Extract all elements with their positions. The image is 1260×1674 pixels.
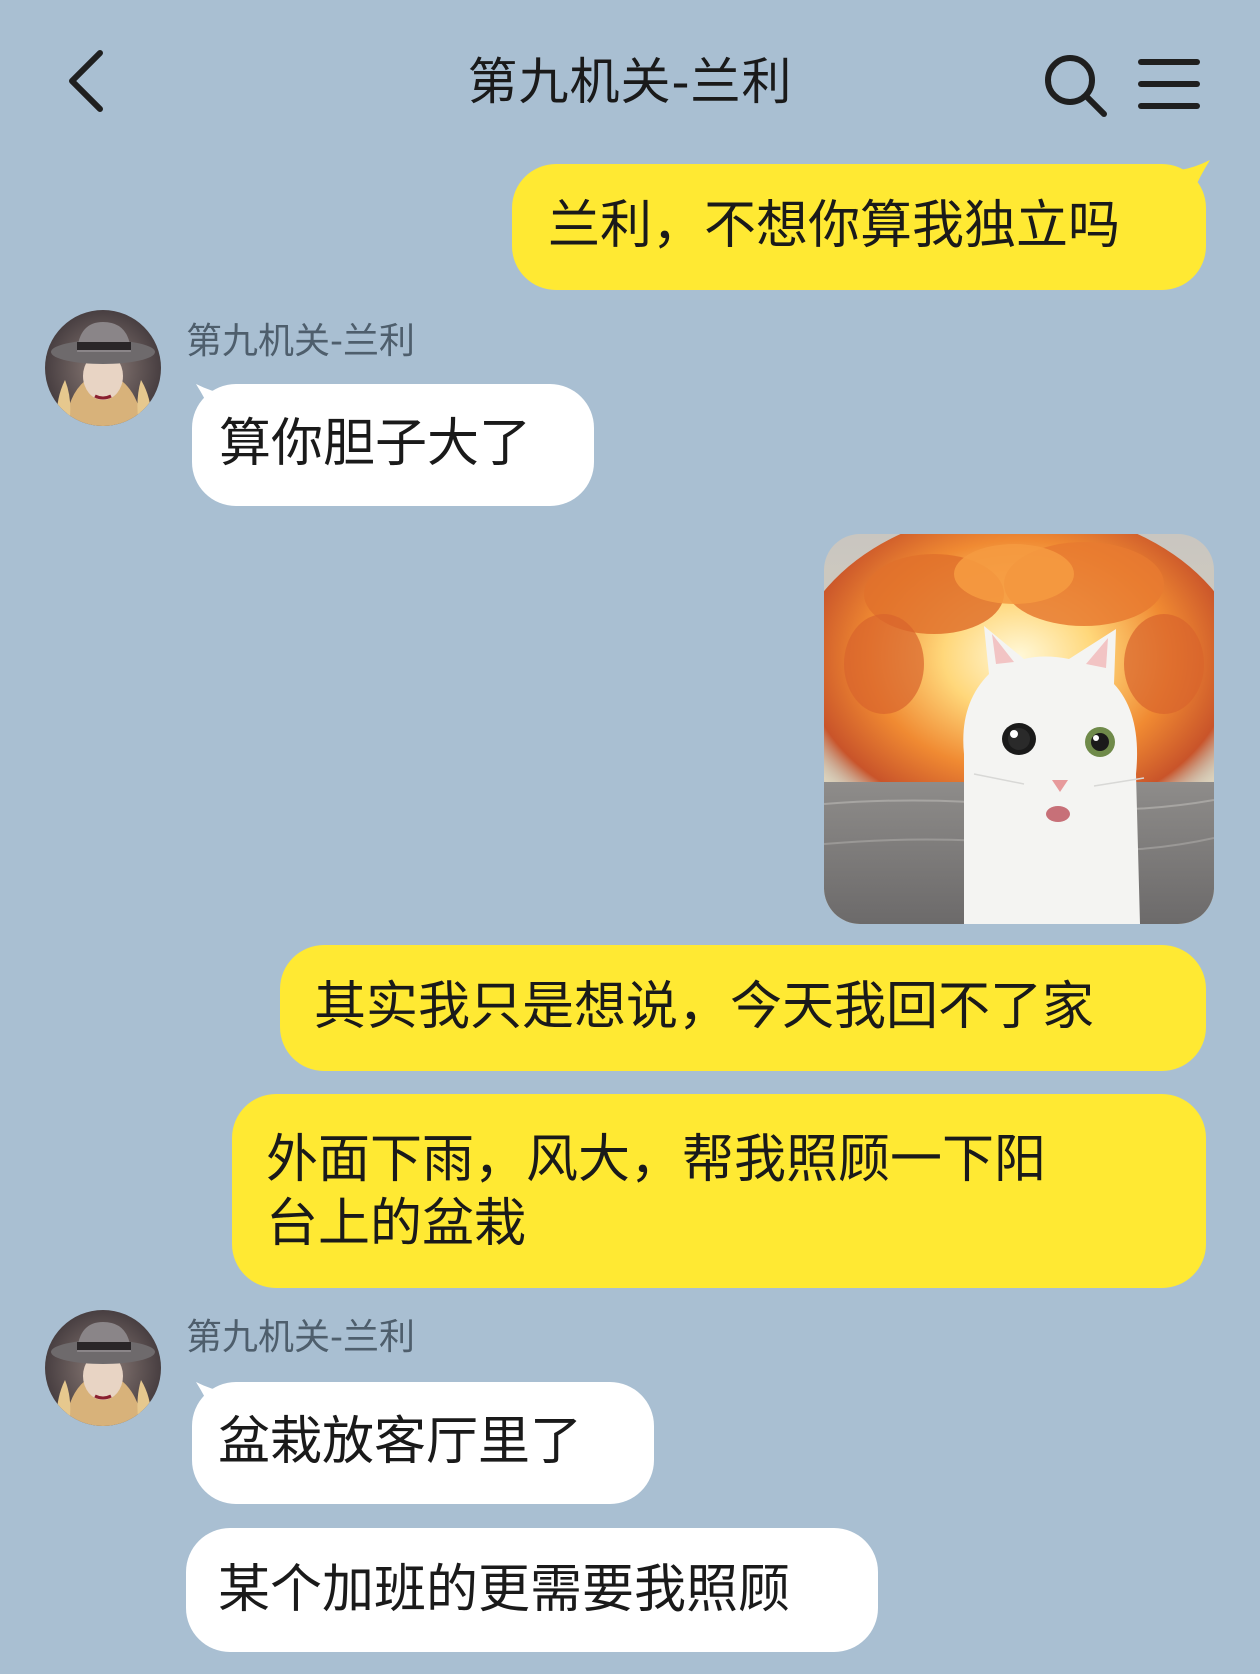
message-text: 兰利，不想你算我独立吗	[548, 196, 1121, 256]
message-text: 其实我只是想说，今天我回不了家	[314, 977, 1095, 1037]
search-button[interactable]	[1040, 50, 1110, 120]
sender-name: 第九机关-兰利	[186, 321, 415, 362]
avatar[interactable]	[45, 310, 161, 426]
avatar-image	[45, 1310, 161, 1426]
menu-button[interactable]	[1135, 50, 1205, 120]
message-text-line: 外面下雨，风大，帮我照顾一下阳	[266, 1130, 1047, 1190]
chat-header: 第九机关-兰利	[0, 0, 1260, 150]
message-bubble-outgoing[interactable]: 其实我只是想说，今天我回不了家	[280, 945, 1206, 1071]
menu-icon	[1138, 59, 1200, 109]
sticker-message[interactable]	[824, 534, 1214, 924]
message-text-line: 台上的盆栽	[266, 1194, 527, 1254]
search-icon	[1045, 55, 1107, 117]
avatar[interactable]	[45, 1310, 161, 1426]
message-text: 某个加班的更需要我照顾	[218, 1560, 791, 1620]
message-bubble-incoming[interactable]: 算你胆子大了	[192, 384, 594, 506]
explosion-cat-sticker	[824, 534, 1214, 924]
message-bubble-outgoing[interactable]: 外面下雨，风大，帮我照顾一下阳 台上的盆栽	[232, 1094, 1206, 1288]
message-bubble-outgoing[interactable]: 兰利，不想你算我独立吗	[512, 164, 1206, 290]
message-bubble-incoming[interactable]: 某个加班的更需要我照顾	[186, 1528, 878, 1652]
avatar-image	[45, 310, 161, 426]
message-text: 盆栽放客厅里了	[218, 1412, 583, 1472]
message-bubble-incoming[interactable]: 盆栽放客厅里了	[192, 1382, 654, 1504]
message-text: 算你胆子大了	[219, 414, 532, 474]
sender-name: 第九机关-兰利	[186, 1317, 415, 1358]
